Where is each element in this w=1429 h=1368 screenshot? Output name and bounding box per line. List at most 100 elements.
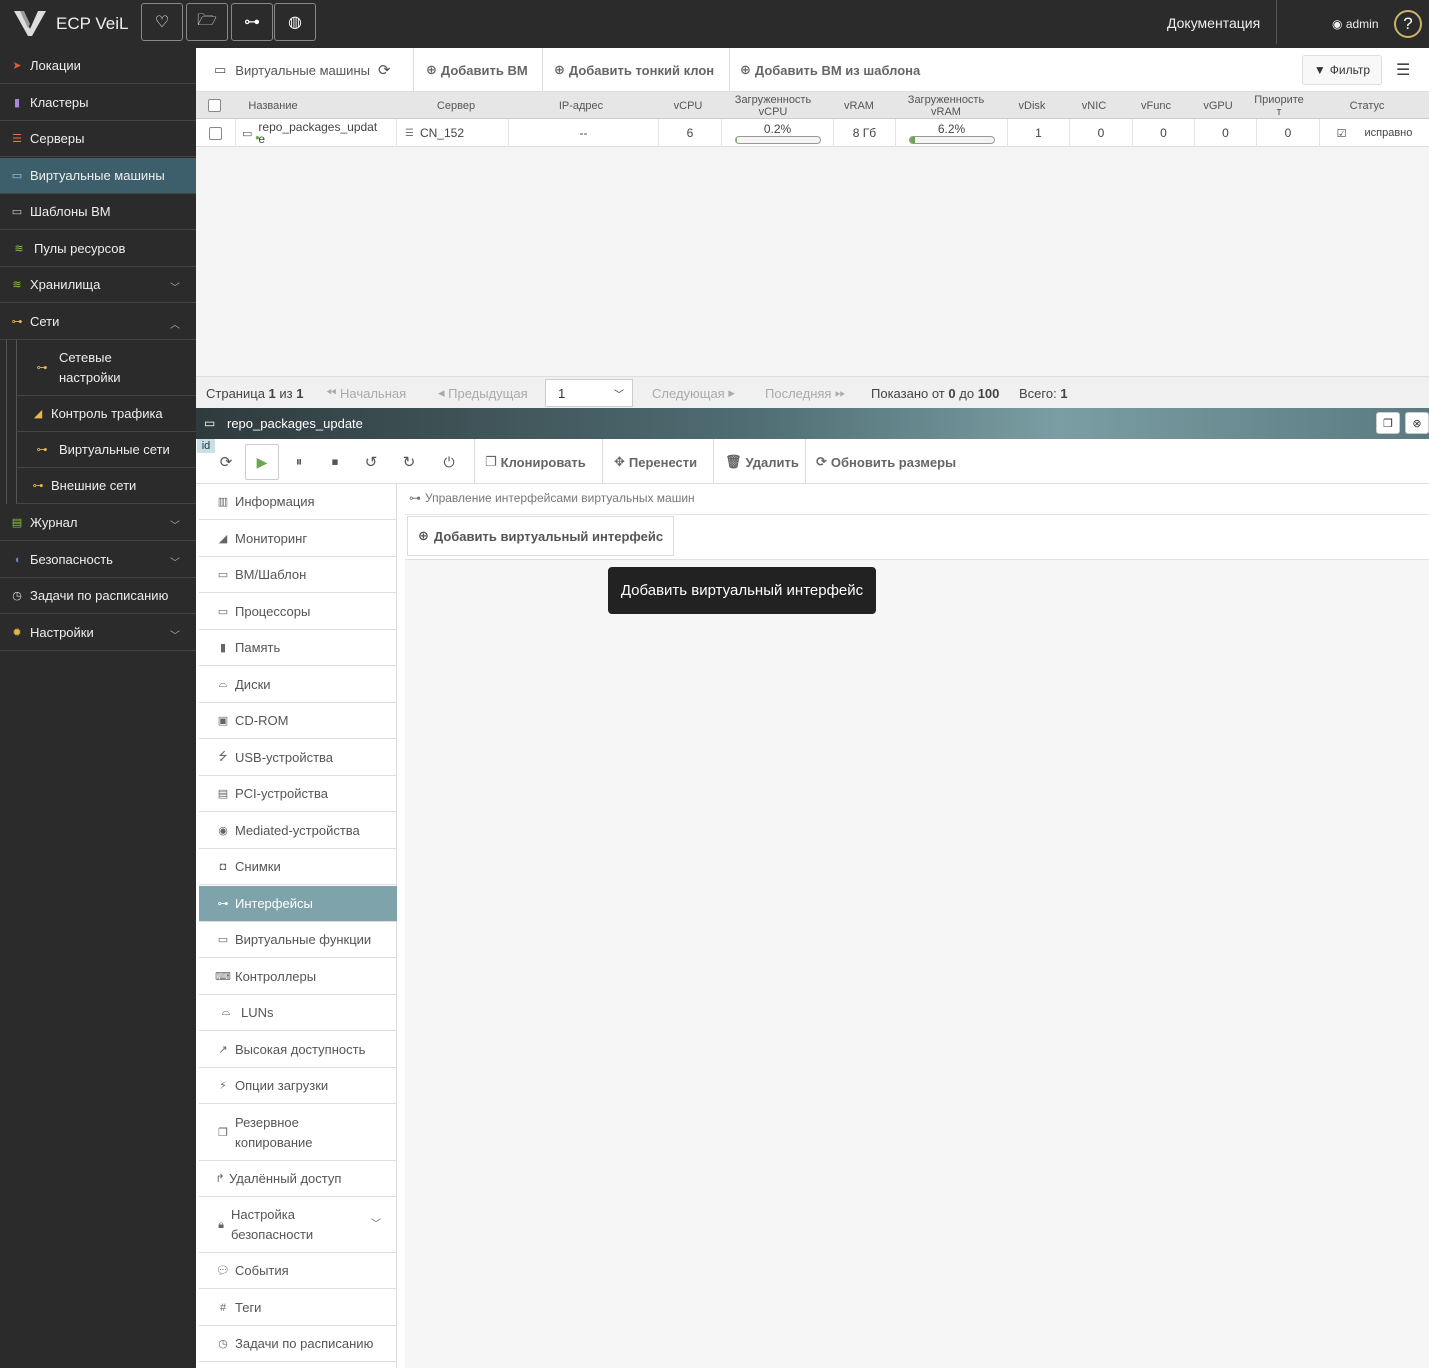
menu-item-pci[interactable]: ▤ PCI-устройства	[199, 776, 397, 812]
migrate-button[interactable]: ✥ Перенести	[614, 444, 697, 480]
globe-button[interactable]: ◍	[274, 3, 316, 41]
last-page-button[interactable]: Последняя ⏩︎	[765, 377, 845, 409]
sidebar-item-journal[interactable]: ▤ Журнал ﹀	[0, 505, 196, 541]
comment-icon: 💬︎	[216, 1265, 230, 1277]
menu-item-snapshots[interactable]: ◘ Снимки	[199, 849, 397, 885]
stop-vm-button[interactable]: ⏹︎	[320, 444, 350, 480]
first-page-button[interactable]: ⏪︎ Начальная	[326, 377, 406, 409]
column-ip[interactable]: IP-адрес	[526, 92, 636, 119]
sidebar-item-settings[interactable]: ✹ Настройки ﹀	[0, 615, 196, 651]
sidebar-item-network-settings[interactable]: ⊶ Сетевые настройки	[16, 340, 196, 396]
vm-name-cell[interactable]: ▭ ● repo_packages_update	[236, 119, 397, 147]
refresh-sizes-button[interactable]: ⟳ Обновить размеры	[816, 444, 956, 480]
menu-item-boot-options[interactable]: ⚡ Опции загрузки	[199, 1068, 397, 1104]
add-vm-button[interactable]: ⊕ Добавить ВМ	[426, 48, 528, 92]
sidebar-item-storages[interactable]: ≋ Хранилища ﹀	[0, 267, 196, 303]
column-priority[interactable]: Приоритет	[1253, 92, 1305, 119]
folder-open-icon: 🗁	[197, 11, 217, 29]
column-vram-load[interactable]: Загруженность vRAM	[900, 92, 992, 119]
menu-item-disks[interactable]: ⌓ Диски	[199, 667, 397, 703]
menu-item-virtual-functions[interactable]: ▭ Виртуальные функции	[199, 922, 397, 958]
menu-item-mediated[interactable]: ◉ Mediated-устройства	[199, 813, 397, 849]
start-vm-button[interactable]: ▶	[245, 444, 279, 480]
sidebar-item-vms[interactable]: ▭ Виртуальные машины	[0, 158, 196, 194]
column-server[interactable]: Сервер	[401, 92, 511, 119]
sidebar-item-label: Задачи по расписанию	[30, 588, 169, 603]
heartbeat-button[interactable]: ♡	[141, 3, 183, 41]
column-vdisk[interactable]: vDisk	[1002, 92, 1062, 119]
window-restore-button[interactable]: ❐	[1376, 412, 1400, 434]
force-reboot-vm-button[interactable]: ↻	[394, 444, 424, 480]
vm-name[interactable]: repo_packages_update	[258, 121, 382, 145]
server-name[interactable]: CN_152	[420, 126, 464, 140]
sidebar-item-scheduled-tasks[interactable]: ◷ Задачи по расписанию	[0, 578, 196, 614]
column-name[interactable]: Название	[236, 92, 310, 119]
menu-item-cdrom[interactable]: ▣ CD-ROM	[199, 703, 397, 739]
delete-button[interactable]: 🗑︎ Удалить	[725, 444, 799, 480]
level-up-icon: ↱	[215, 1173, 225, 1185]
add-vm-from-template-button[interactable]: ⊕ Добавить ВМ из шаблона	[740, 48, 920, 92]
menu-item-backup[interactable]: ❐ Резервное копирование	[199, 1105, 397, 1161]
sidebar-item-security[interactable]: ◖ Безопасность ﹀	[0, 542, 196, 578]
reboot-vm-button[interactable]: ↺	[356, 444, 386, 480]
menu-item-vm-template[interactable]: ▭ ВМ/Шаблон	[199, 557, 397, 593]
column-vnic[interactable]: vNIC	[1064, 92, 1124, 119]
menu-item-controllers[interactable]: ⌨ Контроллеры	[199, 959, 397, 995]
sidebar-item-locations[interactable]: ➤ Локации	[0, 48, 196, 84]
page-select[interactable]: 1 ﹀	[545, 379, 633, 407]
sidebar-item-vm-templates[interactable]: ▭ Шаблоны ВМ	[0, 194, 196, 230]
plus-circle-icon: ⊕	[740, 62, 751, 77]
power-off-vm-button[interactable]: ⏻	[434, 444, 464, 480]
column-vfunc[interactable]: vFunc	[1126, 92, 1186, 119]
next-page-button[interactable]: Следующая ▸	[652, 377, 735, 409]
column-vgpu[interactable]: vGPU	[1188, 92, 1248, 119]
menu-item-interfaces[interactable]: ⊶ Интерфейсы	[199, 886, 397, 922]
docs-link[interactable]: Документация	[1167, 15, 1260, 31]
row-checkbox[interactable]	[196, 119, 236, 147]
sidebar-item-servers[interactable]: ☰ Серверы	[0, 121, 196, 157]
window-close-button[interactable]: ⊗	[1405, 412, 1429, 434]
menu-item-cpus[interactable]: ▭ Процессоры	[199, 594, 397, 630]
sidebar-item-virtual-networks[interactable]: ⊶ Виртуальные сети	[16, 432, 196, 468]
network-map-button[interactable]: ⊶	[231, 3, 273, 41]
menu-item-memory[interactable]: ▮ Память	[199, 630, 397, 666]
column-vcpu[interactable]: vCPU	[658, 92, 718, 119]
select-all-checkbox[interactable]	[206, 92, 222, 119]
sidebar-item-resource-pools[interactable]: ≋ Пулы ресурсов	[0, 231, 196, 267]
column-vcpu-load[interactable]: Загруженность vCPU	[729, 92, 817, 119]
menu-item-luns[interactable]: ⌓ LUNs	[199, 995, 397, 1031]
menu-item-remote-access[interactable]: ↱ Удалённый доступ	[199, 1161, 397, 1197]
menu-item-tags[interactable]: # Теги	[199, 1290, 397, 1326]
line-chart-icon: ↗	[218, 1044, 228, 1056]
refresh-vm-button[interactable]: ⟳	[211, 444, 241, 480]
sidebar-item-clusters[interactable]: ▮ Кластеры	[0, 85, 196, 121]
pause-vm-button[interactable]: ⏸︎	[284, 444, 314, 480]
table-row[interactable]: ▭ ● repo_packages_update ☰ CN_152 -- 6 0.2…	[196, 119, 1429, 147]
folder-button[interactable]: 🗁	[186, 3, 228, 41]
sidebar-item-external-networks[interactable]: ⊶ Внешние сети	[16, 468, 196, 504]
veil-logo-icon[interactable]	[14, 9, 46, 37]
add-thin-clone-button[interactable]: ⊕ Добавить тонкий клон	[554, 48, 714, 92]
sidebar-item-label: Безопасность	[30, 552, 113, 567]
menu-item-label: Удалённый доступ	[229, 1171, 342, 1186]
clone-button[interactable]: ❐ Клонировать	[485, 444, 586, 480]
menu-item-usb[interactable]: ⭍ USB-устройства	[199, 740, 397, 776]
menu-item-monitoring[interactable]: ◢ Мониторинг	[199, 521, 397, 557]
add-virtual-interface-button[interactable]: ⊕ Добавить виртуальный интерфейс	[407, 516, 674, 556]
menu-item-events[interactable]: 💬︎ События	[199, 1253, 397, 1289]
help-button[interactable]: ?	[1394, 10, 1422, 38]
user-menu[interactable]: ◉ admin	[1332, 17, 1379, 31]
refresh-list-button[interactable]: ⟳	[378, 48, 391, 92]
menu-item-info[interactable]: ▥ Информация	[199, 484, 397, 520]
column-vram[interactable]: vRAM	[829, 92, 889, 119]
prev-page-button[interactable]: ◂ Предыдущая	[438, 377, 528, 409]
column-settings-button[interactable]: ☰	[1396, 48, 1410, 92]
filter-button[interactable]: ▼ Фильтр	[1302, 55, 1382, 85]
menu-item-scheduled-tasks[interactable]: ◷ Задачи по расписанию	[199, 1326, 397, 1362]
monitor-icon: ▭	[11, 170, 23, 182]
column-status[interactable]: Статус	[1326, 92, 1408, 119]
menu-item-security-settings[interactable]: 🔒︎ Настройка безопасности ﹀	[199, 1197, 397, 1253]
sidebar-item-traffic-control[interactable]: ◢ Контроль трафика	[16, 396, 196, 432]
sidebar-item-networks[interactable]: ⊶ Сети ︿	[0, 304, 196, 340]
menu-item-high-availability[interactable]: ↗ Высокая доступность	[199, 1032, 397, 1068]
